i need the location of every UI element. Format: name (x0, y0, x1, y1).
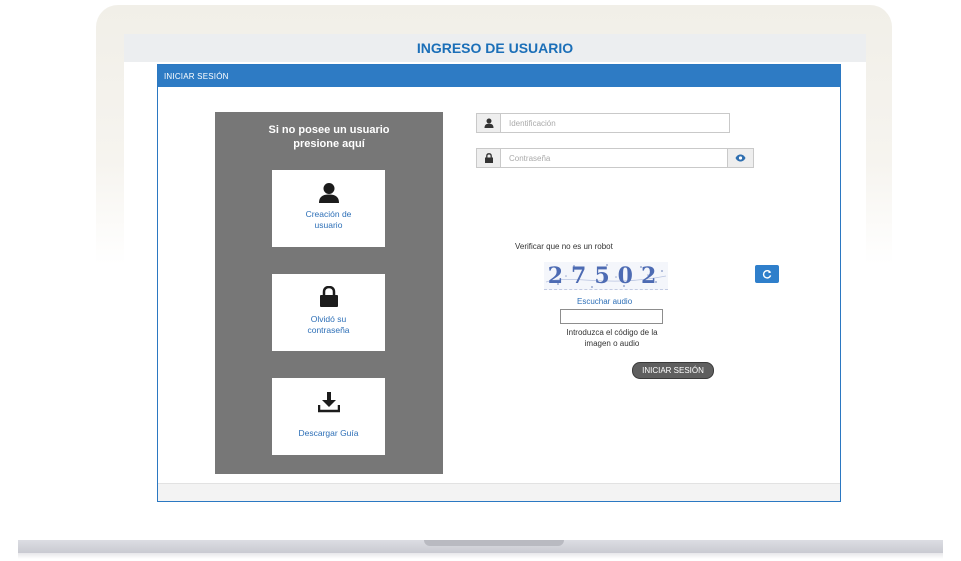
show-password-button[interactable] (727, 149, 753, 167)
panel-footer (158, 483, 840, 501)
verify-robot-label: Verificar que no es un robot (515, 242, 613, 251)
forgot-password-button[interactable]: Olvidó su contraseña (272, 274, 385, 351)
captcha-image: 27502 (544, 262, 668, 290)
page-title: INGRESO DE USUARIO (416, 40, 574, 56)
captcha-help-text: Introduzca el código de la imagen o audi… (549, 327, 675, 349)
sidebar-title-line2: presione aquí (293, 138, 365, 150)
forgot-password-label-line1: Olvidó su (310, 314, 347, 324)
identification-input-group (476, 113, 730, 133)
create-user-label: Creación de usuario (272, 209, 385, 231)
create-user-label-line1: Creación de (305, 209, 352, 219)
panel-heading: INICIAR SESIÓN (158, 65, 840, 87)
refresh-captcha-button[interactable] (755, 265, 779, 283)
captcha-help-line1: Introduzca el código de la (566, 328, 658, 337)
password-lock-icon (477, 149, 501, 167)
laptop-notch (424, 540, 564, 546)
eye-icon (735, 154, 746, 162)
login-panel: INICIAR SESIÓN Si no posee un usuario pr… (157, 64, 841, 502)
laptop-base-shadow (18, 553, 943, 559)
identification-user-icon (477, 114, 501, 132)
listen-audio-link[interactable]: Escuchar audio (577, 297, 632, 306)
download-guide-label: Descargar Guía (272, 428, 385, 439)
captcha-field[interactable] (560, 309, 663, 324)
forgot-password-label: Olvidó su contraseña (272, 314, 385, 336)
download-icon (272, 391, 385, 413)
new-user-sidebar: Si no posee un usuario presione aquí Cre… (215, 112, 443, 474)
create-user-label-line2: usuario (314, 220, 343, 230)
forgot-password-label-line2: contraseña (307, 325, 350, 335)
refresh-icon (762, 270, 772, 279)
create-user-button[interactable]: Creación de usuario (272, 170, 385, 247)
download-guide-label-line1: Descargar Guía (298, 428, 359, 438)
captcha-help-line2: imagen o audio (584, 339, 640, 348)
identification-field[interactable] (501, 114, 729, 132)
sidebar-title: Si no posee un usuario presione aquí (215, 123, 443, 151)
captcha-text: 27502 (547, 263, 665, 289)
sidebar-title-line1: Si no posee un usuario (268, 124, 390, 136)
user-icon (272, 182, 385, 204)
lock-icon (272, 286, 385, 308)
laptop-screen: INGRESO DE USUARIO INICIAR SESIÓN Si no … (124, 34, 866, 502)
page-header: INGRESO DE USUARIO (124, 34, 866, 62)
password-input-group (476, 148, 754, 168)
download-guide-button[interactable]: Descargar Guía (272, 378, 385, 455)
login-submit-button[interactable]: INICIAR SESIÓN (632, 362, 714, 379)
password-field[interactable] (501, 149, 727, 167)
